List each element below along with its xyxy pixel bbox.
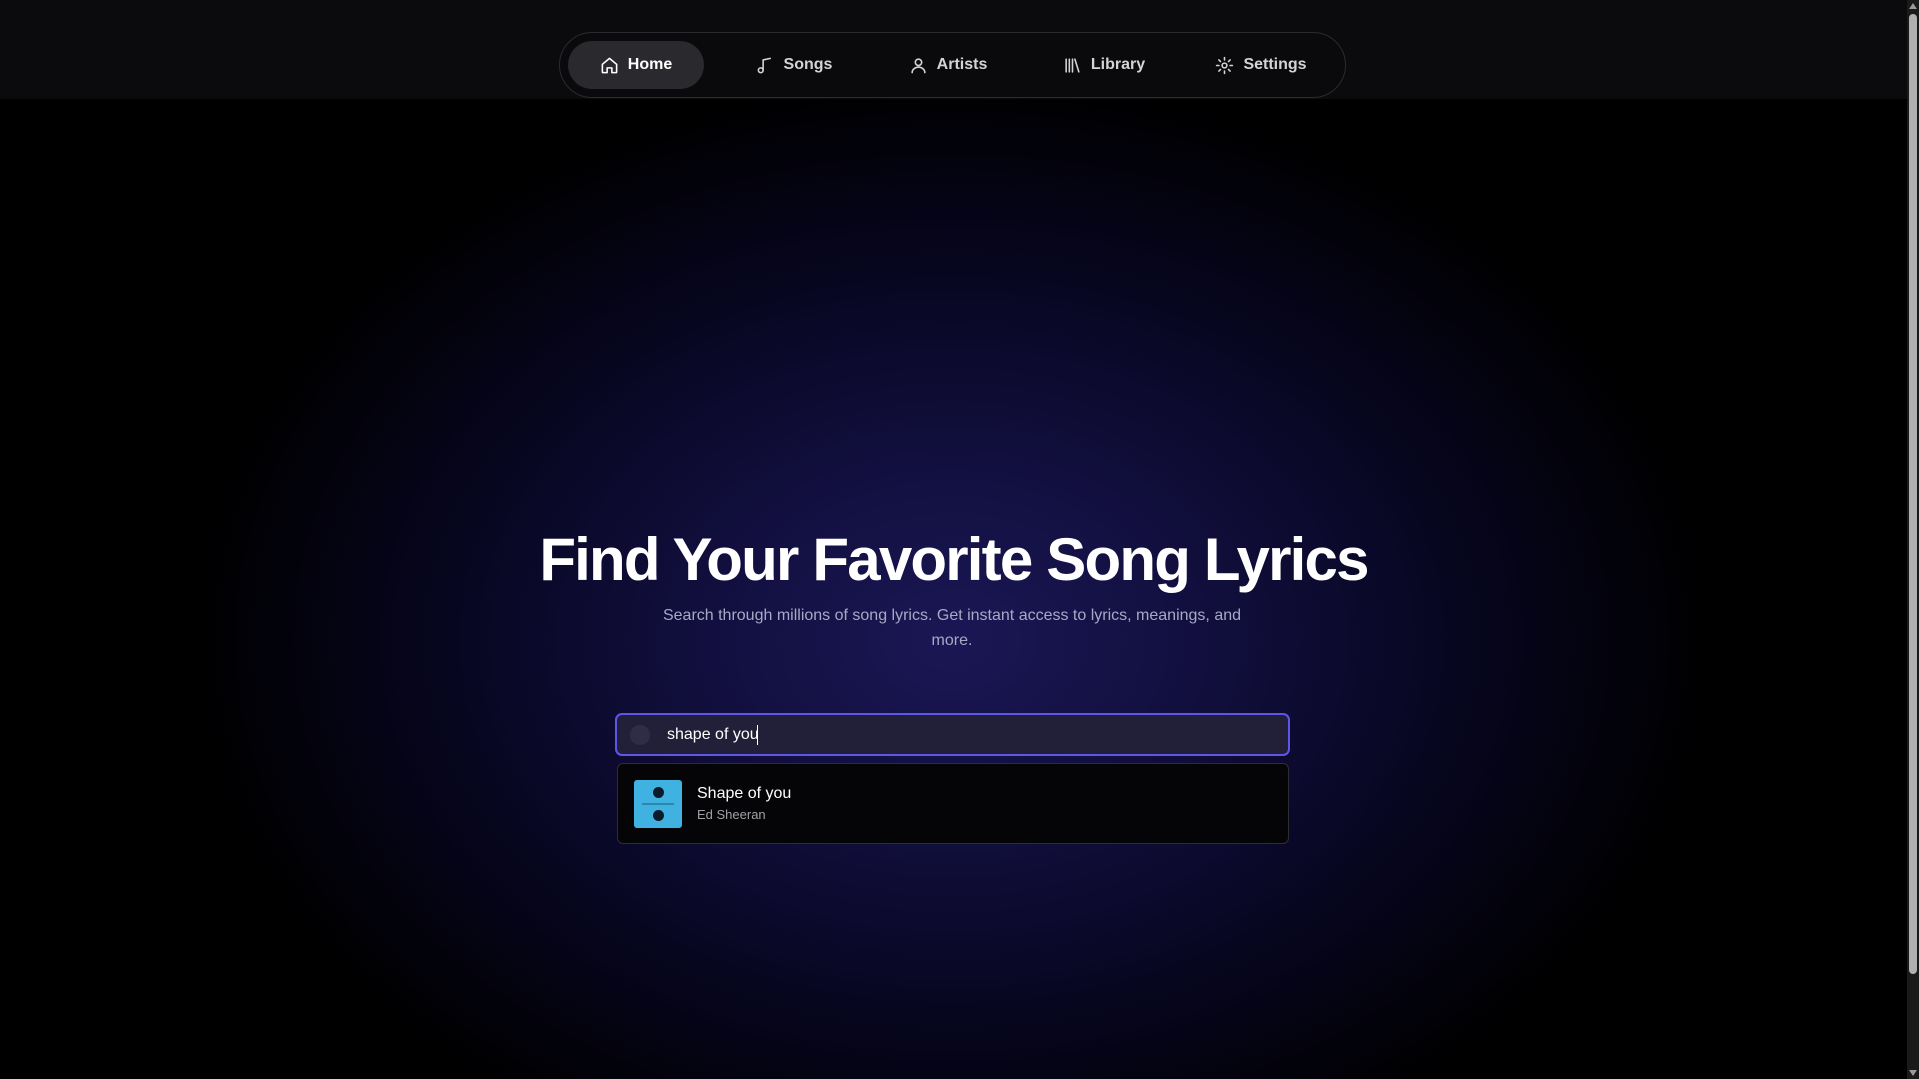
album-art-thumbnail	[634, 779, 682, 828]
scroll-up-arrow-icon[interactable]	[1909, 3, 1917, 9]
hero-title: Find Your Favorite Song Lyrics	[539, 526, 1369, 593]
result-song-title: Shape of you	[697, 785, 792, 802]
search-box[interactable]	[615, 713, 1290, 756]
nav-item-artists[interactable]: Artists	[880, 41, 1016, 89]
nav-item-label: Home	[627, 56, 673, 73]
nav-item-label: Library	[1090, 56, 1146, 73]
nav-item-settings[interactable]: Settings	[1186, 41, 1336, 89]
text-caret	[757, 725, 758, 745]
search-results-dropdown: Shape of you Ed Sheeran	[617, 763, 1289, 844]
nav-item-label: Settings	[1243, 56, 1307, 73]
home-icon	[601, 57, 618, 73]
nav-item-home[interactable]: Home	[568, 41, 704, 89]
vertical-scrollbar[interactable]	[1907, 0, 1919, 1079]
nav-item-library[interactable]: Library	[1034, 41, 1174, 89]
nav-item-songs[interactable]: Songs	[726, 41, 862, 89]
search-result-item[interactable]: Shape of you Ed Sheeran	[618, 764, 1288, 843]
result-artist-name: Ed Sheeran	[697, 807, 766, 822]
nav-item-label: Artists	[936, 56, 988, 73]
gear-icon	[1216, 56, 1234, 74]
result-text: Shape of you Ed Sheeran	[697, 785, 791, 822]
main-nav: Home Songs Artists Library Settings	[559, 32, 1346, 98]
library-icon	[1065, 57, 1080, 73]
scroll-down-arrow-icon[interactable]	[1909, 1070, 1917, 1076]
hero-subtitle: Search through millions of song lyrics. …	[662, 607, 1242, 649]
scrollbar-thumb[interactable]	[1909, 14, 1917, 974]
search-icon	[630, 725, 650, 745]
page: Home Songs Artists Library Settings Find…	[0, 0, 1919, 1079]
nav-item-label: Songs	[783, 56, 833, 73]
user-icon	[911, 57, 926, 73]
music-note-icon	[757, 57, 771, 73]
